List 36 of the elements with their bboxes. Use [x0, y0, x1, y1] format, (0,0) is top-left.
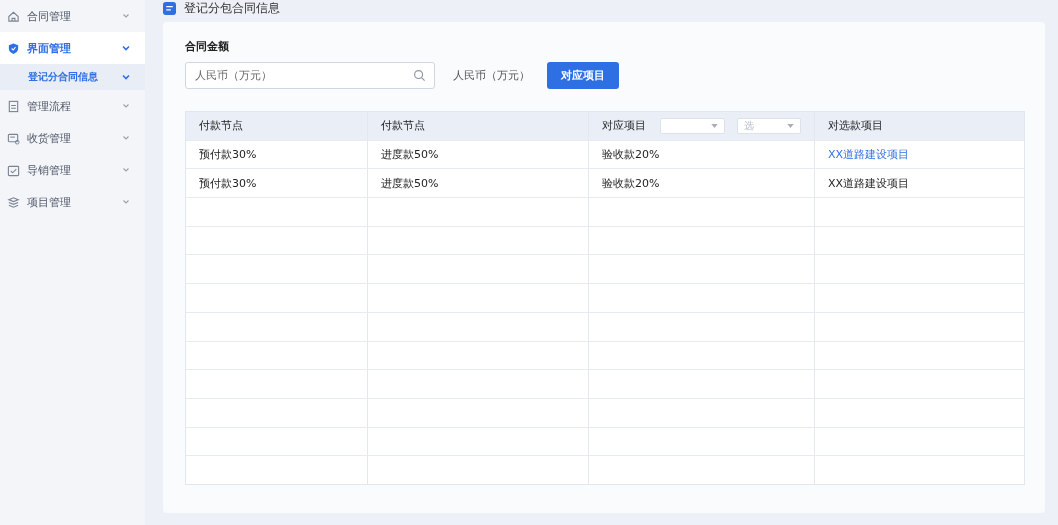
- sidebar-item[interactable]: 导销管理: [0, 154, 145, 186]
- stack-icon: [7, 195, 20, 209]
- project-link[interactable]: XX道路建设项目: [828, 147, 910, 163]
- table-cell: 预付款30%: [199, 175, 257, 191]
- caret-icon: [710, 123, 718, 128]
- page-title: 登记分包合同信息: [184, 0, 280, 17]
- box-icon: [7, 131, 20, 145]
- column-header: 付款节点: [199, 118, 243, 134]
- table-cell: 预付款30%: [199, 147, 257, 163]
- table-cell: 验收款20%: [602, 147, 660, 163]
- calendar-icon: [7, 163, 20, 177]
- filter-select[interactable]: [660, 117, 725, 134]
- sidebar-item[interactable]: 合同管理: [0, 0, 145, 32]
- field-label: 合同金额: [185, 39, 230, 54]
- sidebar-item[interactable]: 界面管理: [0, 32, 145, 64]
- project-button[interactable]: 对应项目: [547, 62, 619, 89]
- list-icon: [163, 1, 176, 15]
- sidebar-item[interactable]: 收货管理: [0, 122, 145, 154]
- table-cell: 进度款50%: [381, 147, 439, 163]
- table-cell: XX道路建设项目: [828, 175, 910, 191]
- column-header: 对选款项目: [828, 118, 883, 134]
- search-icon: [413, 69, 426, 82]
- column-header: 对应项目: [602, 118, 646, 134]
- sidebar-subitem[interactable]: 登记分合同信息: [0, 64, 145, 90]
- home-icon: [7, 9, 20, 23]
- shield-icon: [7, 41, 20, 55]
- sidebar-item[interactable]: 项目管理: [0, 186, 145, 218]
- table-cell: 进度款50%: [381, 175, 439, 191]
- unit-label: 人民币（万元）: [453, 68, 530, 83]
- caret-icon: [787, 123, 794, 128]
- document-icon: [7, 99, 20, 113]
- select-placeholder: 选: [743, 118, 754, 133]
- amount-input[interactable]: 人民币（万元）: [185, 62, 435, 89]
- sidebar-item[interactable]: 管理流程: [0, 90, 145, 122]
- column-header: 付款节点: [381, 118, 425, 134]
- table-cell: 验收款20%: [602, 175, 660, 191]
